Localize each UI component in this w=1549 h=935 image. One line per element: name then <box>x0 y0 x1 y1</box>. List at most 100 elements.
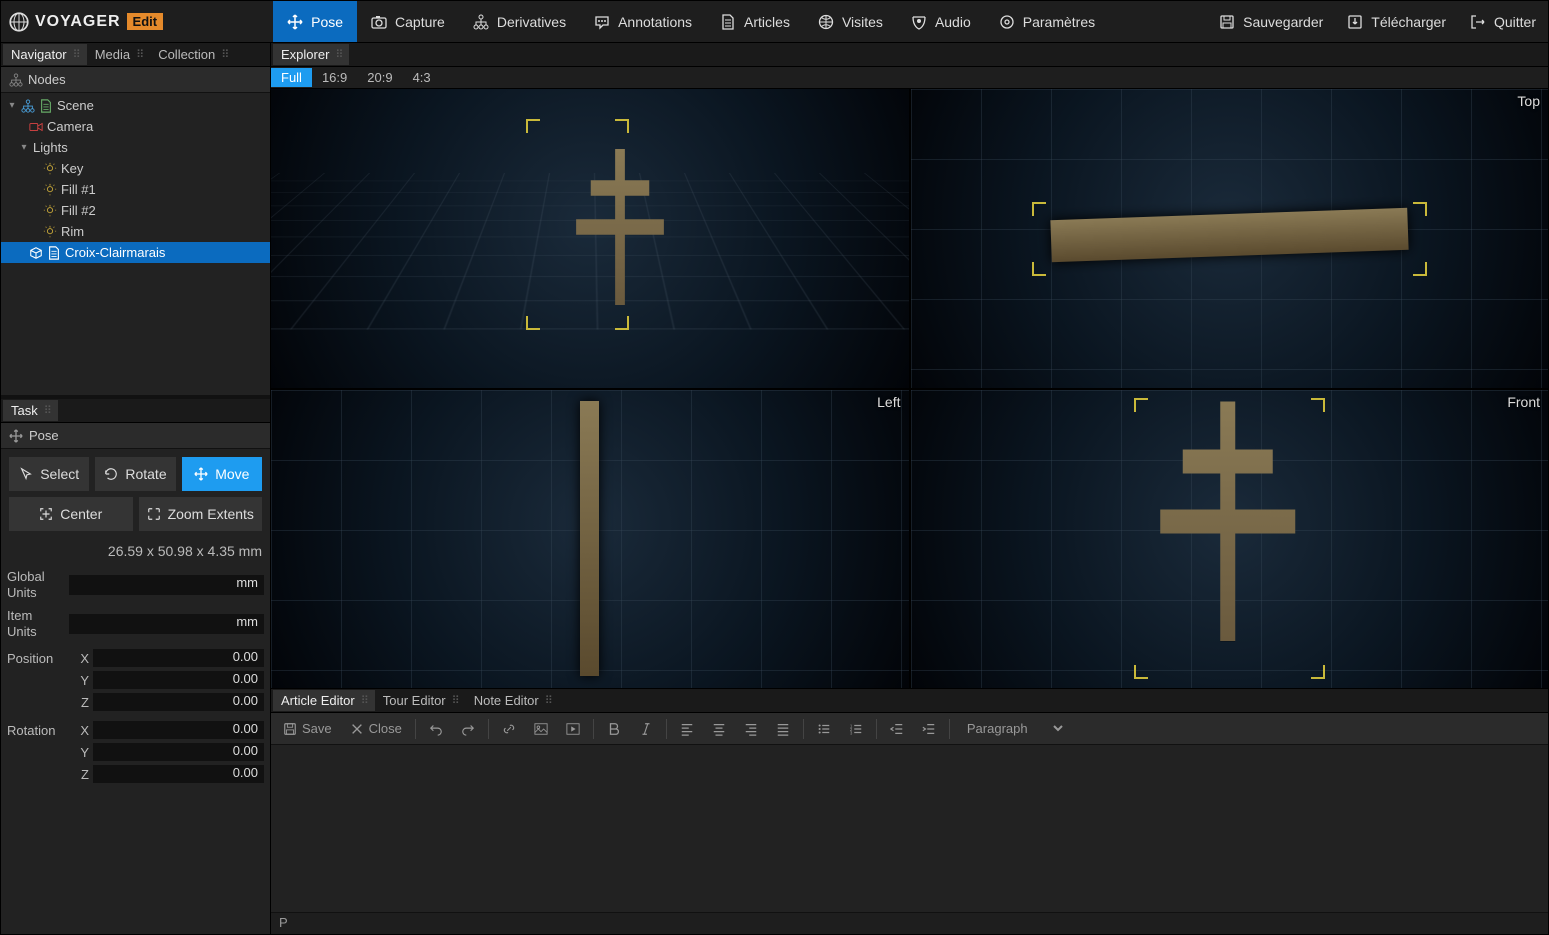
tree-node-lights[interactable]: ▾Lights <box>1 137 270 158</box>
viewport-top[interactable]: Top <box>911 89 1549 388</box>
image-icon <box>534 722 548 736</box>
editor-align-justify[interactable] <box>768 718 798 740</box>
rotation-x-row: RotationX0.00 <box>1 719 270 741</box>
align-justify-icon <box>776 722 790 736</box>
italic-icon <box>639 722 653 736</box>
outdent-icon <box>890 722 904 736</box>
menu-save[interactable]: Sauvegarder <box>1207 1 1335 42</box>
editor-link[interactable] <box>494 718 524 740</box>
editor-undo[interactable] <box>421 718 451 740</box>
hierarchy-icon <box>21 99 35 113</box>
editor-italic[interactable] <box>631 718 661 740</box>
globe-icon <box>818 14 834 30</box>
bold-icon <box>607 722 621 736</box>
editor-bold[interactable] <box>599 718 629 740</box>
item-units-select[interactable]: mm <box>69 614 264 634</box>
editor-close[interactable]: Close <box>342 717 410 740</box>
rotate-icon <box>104 467 118 481</box>
align-left-icon <box>680 722 694 736</box>
menu-derivatives[interactable]: Derivatives <box>459 1 580 42</box>
grip-icon: ⠿ <box>545 694 551 707</box>
rotation-y-field[interactable]: 0.00 <box>93 743 264 761</box>
menu-exit[interactable]: Quitter <box>1458 1 1548 42</box>
tab-collection[interactable]: Collection⠿ <box>150 44 235 65</box>
rotation-x-field[interactable]: 0.00 <box>93 721 264 739</box>
play-icon <box>566 722 580 736</box>
close-icon <box>350 722 364 736</box>
rotation-z-field[interactable]: 0.00 <box>93 765 264 783</box>
tab-explorer[interactable]: Explorer⠿ <box>273 44 349 65</box>
editor-list-ul[interactable] <box>809 718 839 740</box>
editor-content-area[interactable] <box>271 745 1548 912</box>
tree-node-light-key[interactable]: Key <box>1 158 270 179</box>
menu-capture[interactable]: Capture <box>357 1 459 42</box>
cursor-icon <box>19 467 33 481</box>
bottom-tabstrip: Article Editor⠿ Tour Editor⠿ Note Editor… <box>271 689 1548 713</box>
redo-icon <box>461 722 475 736</box>
viewport-left[interactable]: Left <box>271 390 909 689</box>
menu-visites[interactable]: Visites <box>804 1 897 42</box>
tree-node-light-fill1[interactable]: Fill #1 <box>1 179 270 200</box>
viewport-front[interactable]: Front <box>911 390 1549 689</box>
editor-paragraph-select[interactable]: Paragraph <box>955 717 1066 740</box>
aspect-4-3[interactable]: 4:3 <box>403 68 441 87</box>
tool-center[interactable]: Center <box>9 497 133 531</box>
tool-select[interactable]: Select <box>9 457 89 491</box>
menu-parametres[interactable]: Paramètres <box>985 1 1109 42</box>
tree-node-light-fill2[interactable]: Fill #2 <box>1 200 270 221</box>
menu-pose[interactable]: Pose <box>273 1 357 42</box>
download-icon <box>1347 14 1363 30</box>
edit-mode-badge: Edit <box>127 13 164 30</box>
tree-node-model[interactable]: Croix-Clairmarais <box>1 242 270 263</box>
position-x-row: PositionX0.00 <box>1 647 270 669</box>
tool-move[interactable]: Move <box>182 457 262 491</box>
tree-node-scene[interactable]: ▾Scene <box>1 95 270 116</box>
position-z-field[interactable]: 0.00 <box>93 693 264 711</box>
tab-note-editor[interactable]: Note Editor⠿ <box>466 690 559 711</box>
menu-articles[interactable]: Articles <box>706 1 804 42</box>
app-name: VOYAGER <box>35 13 121 31</box>
aspect-ratio-strip: Full 16:9 20:9 4:3 <box>271 67 1548 89</box>
tree-node-camera[interactable]: Camera <box>1 116 270 137</box>
light-icon <box>43 162 57 176</box>
tab-media[interactable]: Media⠿ <box>87 44 150 65</box>
menu-download[interactable]: Télécharger <box>1335 1 1458 42</box>
tab-article-editor[interactable]: Article Editor⠿ <box>273 690 375 711</box>
tab-task[interactable]: Task⠿ <box>3 400 58 421</box>
position-x-field[interactable]: 0.00 <box>93 649 264 667</box>
editor-align-right[interactable] <box>736 718 766 740</box>
voyager-logo-icon <box>9 12 29 32</box>
global-units-row: Global Units mm <box>1 567 270 602</box>
tool-rotate[interactable]: Rotate <box>95 457 175 491</box>
editor-video[interactable] <box>558 718 588 740</box>
navigator-header: Nodes <box>1 67 270 93</box>
light-icon <box>43 204 57 218</box>
aspect-20-9[interactable]: 20:9 <box>357 68 402 87</box>
aspect-full[interactable]: Full <box>271 68 312 87</box>
editor-align-left[interactable] <box>672 718 702 740</box>
viewport-perspective[interactable] <box>271 89 909 388</box>
menu-audio[interactable]: Audio <box>897 1 985 42</box>
editor-outdent[interactable] <box>882 718 912 740</box>
task-header: Pose <box>1 423 270 449</box>
indent-icon <box>922 722 936 736</box>
editor-align-center[interactable] <box>704 718 734 740</box>
tab-navigator[interactable]: Navigator⠿ <box>3 44 87 65</box>
global-units-select[interactable]: mm <box>69 575 264 595</box>
editor-indent[interactable] <box>914 718 944 740</box>
main-menu: Pose Capture Derivatives Annotations Art… <box>273 1 1109 42</box>
move-icon <box>9 429 23 443</box>
editor-redo[interactable] <box>453 718 483 740</box>
tab-tour-editor[interactable]: Tour Editor⠿ <box>375 690 466 711</box>
tree-node-light-rim[interactable]: Rim <box>1 221 270 242</box>
app-logo: VOYAGER Edit <box>1 1 173 42</box>
video-camera-icon <box>29 120 43 134</box>
aspect-16-9[interactable]: 16:9 <box>312 68 357 87</box>
viewport-label: Left <box>877 394 900 410</box>
position-y-field[interactable]: 0.00 <box>93 671 264 689</box>
editor-list-ol[interactable] <box>841 718 871 740</box>
editor-save[interactable]: Save <box>275 717 340 740</box>
tool-zoom-extents[interactable]: Zoom Extents <box>139 497 263 531</box>
menu-annotations[interactable]: Annotations <box>580 1 706 42</box>
editor-image[interactable] <box>526 718 556 740</box>
